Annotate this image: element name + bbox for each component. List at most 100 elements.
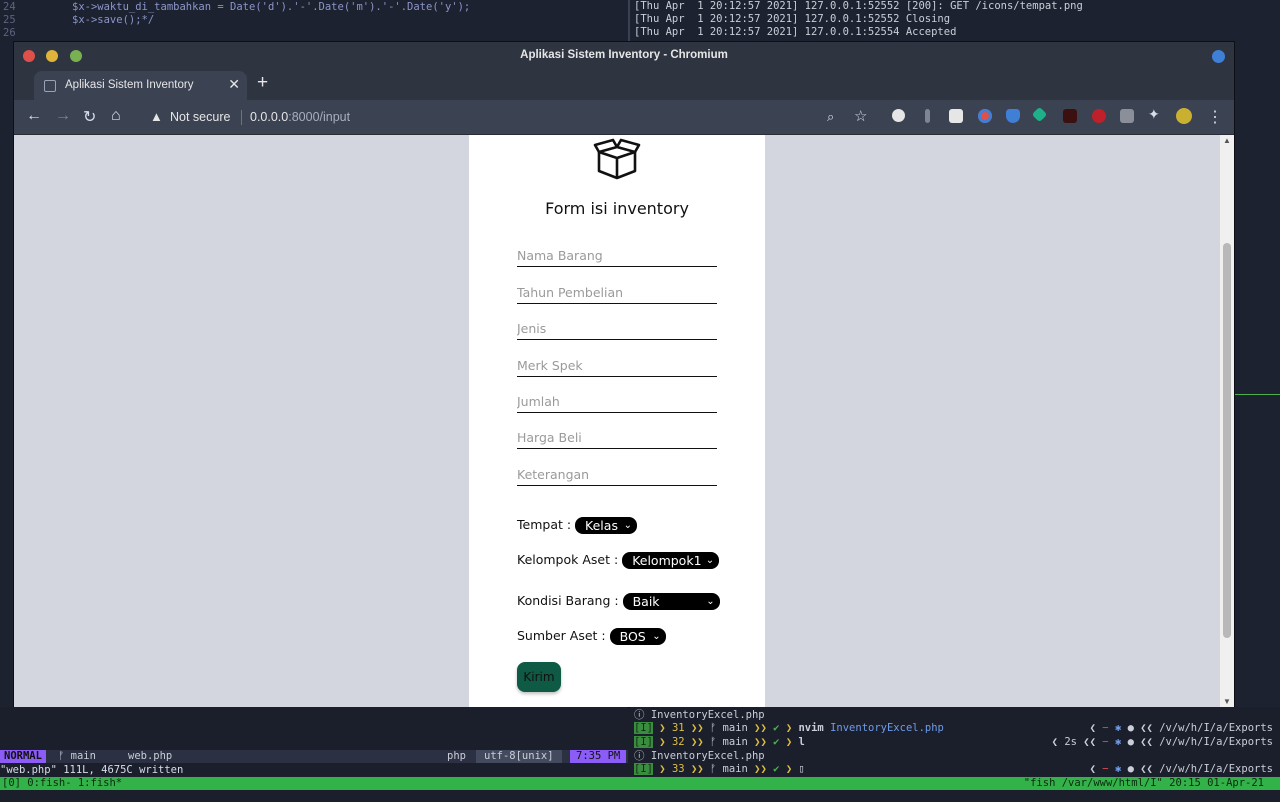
chevron-down-icon: ⌄ <box>652 631 661 642</box>
new-tab-button[interactable]: + <box>257 72 268 94</box>
kondisi-label: Kondisi Barang : <box>517 593 619 608</box>
kondisi-select[interactable]: Baik ⌄ <box>622 593 720 610</box>
kelompok-select[interactable]: Kelompok1 ⌄ <box>622 552 720 569</box>
sumber-value: BOS <box>619 629 646 644</box>
kelompok-value: Kelompok1 <box>632 553 702 568</box>
log-line: [Thu Apr 1 20:12:57 2021] 127.0.0.1:5255… <box>634 26 957 38</box>
menu-kebab-icon[interactable]: ⋮ <box>1207 107 1223 127</box>
keterangan-input[interactable] <box>517 463 717 486</box>
vim-encoding: utf-8[unix] <box>476 750 562 763</box>
back-arrow-icon[interactable]: ← <box>26 107 42 125</box>
harga-beli-input[interactable] <box>517 426 717 449</box>
chevron-down-icon: ⌄ <box>623 520 633 531</box>
line-number: 24 <box>3 1 16 13</box>
chevron-down-icon: ⌄ <box>706 596 715 607</box>
form-card: Form isi inventory Tempat : Kelas ⌄ Kelom… <box>469 135 765 707</box>
line-number: 25 <box>3 14 16 26</box>
chromium-icon <box>1212 50 1225 63</box>
close-tab-icon[interactable]: ✕ <box>228 76 240 93</box>
vim-clock: 7:35 PM <box>570 750 627 763</box>
line-number: 26 <box>3 27 16 39</box>
editor-gutter <box>0 44 15 708</box>
kondisi-value: Baik <box>632 594 660 609</box>
jenis-input[interactable] <box>517 317 717 340</box>
tab-title: Aplikasi Sistem Inventory <box>65 79 194 91</box>
editor-pane-top: 24 $x->waktu_di_tambahkan = Date('d').'-… <box>0 0 630 44</box>
forward-arrow-icon[interactable]: → <box>55 107 71 125</box>
shell-prompt-line: [I] ❯ 31 ❯❯ ᚠ main ❯❯ ✔ ❯ nvim Inventory… <box>634 722 944 734</box>
window-titlebar[interactable]: Aplikasi Sistem Inventory - Chromium <box>14 42 1234 70</box>
bookmark-star-icon[interactable]: ☆ <box>854 107 867 125</box>
puzzle-icon[interactable]: ✦ <box>1148 106 1162 122</box>
shell-prompt-line: [I] ❯ 33 ❯❯ ᚠ main ❯❯ ✔ ❯ ▯ <box>634 763 805 775</box>
extension-icon[interactable] <box>1063 109 1077 123</box>
browser-window: Aplikasi Sistem Inventory - Chromium Apl… <box>14 42 1234 707</box>
log-line: [Thu Apr 1 20:12:57 2021] 127.0.0.1:5255… <box>634 0 1083 12</box>
shell-output-line: ⓘ InventoryExcel.php <box>634 750 765 762</box>
page-viewport: Form isi inventory Tempat : Kelas ⌄ Kelom… <box>14 135 1220 707</box>
sumber-label: Sumber Aset : <box>517 628 606 643</box>
browser-toolbar: ← → ↻ ⌂ ▲ Not secure 0.0.0.0:8000/input … <box>14 100 1234 135</box>
nama-barang-input[interactable] <box>517 244 717 267</box>
zoom-icon[interactable]: ⌕ <box>827 109 834 125</box>
extension-icon[interactable] <box>1031 106 1048 123</box>
tab-strip: Aplikasi Sistem Inventory ✕ + <box>14 70 1234 100</box>
tmux-windows[interactable]: [0] 0:fish- 1:fish* <box>2 777 122 790</box>
vim-filetype: php <box>447 750 466 762</box>
extension-icon[interactable] <box>978 109 992 123</box>
shell-prompt-line: [I] ❯ 32 ❯❯ ᚠ main ❯❯ ✔ ❯ l <box>634 736 805 748</box>
reload-icon[interactable]: ↻ <box>83 107 96 127</box>
url-host: 0.0.0.0 <box>250 110 289 124</box>
code-line: $x->save();*/ <box>72 14 155 26</box>
window-title: Aplikasi Sistem Inventory - Chromium <box>520 49 728 61</box>
shell-right-prompt: ❮ − ✱ ● ❮❮ /v/w/h/I/a/Exports <box>1089 722 1273 734</box>
warning-triangle-icon[interactable]: ▲ <box>150 109 163 124</box>
shield-icon[interactable] <box>1006 109 1020 123</box>
vim-statusline: NORMAL ᚠ main web.php php utf-8[unix] 7:… <box>0 750 628 763</box>
url-path: :8000/input <box>288 110 351 124</box>
tempat-select[interactable]: Kelas ⌄ <box>575 517 638 534</box>
code-line: $x->waktu_di_tambahkan = Date('d').'-'.D… <box>72 1 471 13</box>
home-icon[interactable]: ⌂ <box>111 107 121 125</box>
box-icon <box>593 138 641 180</box>
address-bar[interactable]: ▲ Not secure 0.0.0.0:8000/input ⌕ ☆ <box>142 104 879 130</box>
kondisi-row: Kondisi Barang : Baik ⌄ <box>517 593 720 610</box>
scroll-thumb[interactable] <box>1223 243 1231 638</box>
extension-icon[interactable] <box>1120 109 1134 123</box>
kelompok-row: Kelompok Aset : Kelompok1 ⌄ <box>517 552 720 569</box>
shell-right-prompt: ❮ − ✱ ● ❮❮ /v/w/h/I/a/Exports <box>1089 763 1273 775</box>
log-gutter <box>1233 44 1280 708</box>
kirim-button[interactable]: Kirim <box>517 662 561 692</box>
box-favicon-icon <box>44 80 56 92</box>
extension-icon[interactable] <box>949 109 963 123</box>
tahun-pembelian-input[interactable] <box>517 281 717 304</box>
sumber-select[interactable]: BOS ⌄ <box>609 628 666 645</box>
extension-icon[interactable] <box>925 109 930 123</box>
sumber-row: Sumber Aset : BOS ⌄ <box>517 628 666 645</box>
vim-filename: web.php <box>128 750 173 762</box>
fish-shell-pane[interactable]: ⓘ InventoryExcel.php [I] ❯ 31 ❯❯ ᚠ main … <box>630 707 1280 777</box>
address-separator <box>241 110 242 125</box>
scroll-up-icon[interactable]: ▲ <box>1223 136 1231 145</box>
chevron-down-icon: ⌄ <box>705 555 715 566</box>
page-scrollbar[interactable]: ▲ ▼ <box>1220 135 1234 707</box>
vim-branch: ᚠ main <box>58 750 96 762</box>
tempat-row: Tempat : Kelas ⌄ <box>517 517 638 534</box>
tab-aplikasi-inventory[interactable]: Aplikasi Sistem Inventory ✕ <box>34 71 247 100</box>
jumlah-input[interactable] <box>517 390 717 413</box>
avatar[interactable] <box>1176 108 1192 124</box>
scroll-down-icon[interactable]: ▼ <box>1223 697 1231 706</box>
security-label[interactable]: Not secure <box>170 110 230 124</box>
extension-icon[interactable] <box>892 109 905 122</box>
kelompok-label: Kelompok Aset : <box>517 552 619 567</box>
server-log-pane: [Thu Apr 1 20:12:57 2021] 127.0.0.1:5255… <box>630 0 1280 44</box>
log-line: [Thu Apr 1 20:12:57 2021] 127.0.0.1:5255… <box>634 13 951 25</box>
tmux-statusbar: [0] 0:fish- 1:fish* "fish /var/www/html/… <box>0 777 1280 790</box>
vim-message: "web.php" 111L, 4675C written <box>0 764 184 776</box>
pane-separator <box>1233 394 1280 395</box>
tempat-value: Kelas <box>585 518 618 533</box>
url-text[interactable]: 0.0.0.0:8000/input <box>250 110 350 124</box>
shell-output-line: ⓘ InventoryExcel.php <box>634 709 765 721</box>
ublock-icon[interactable] <box>1092 109 1106 123</box>
merk-spek-input[interactable] <box>517 354 717 377</box>
